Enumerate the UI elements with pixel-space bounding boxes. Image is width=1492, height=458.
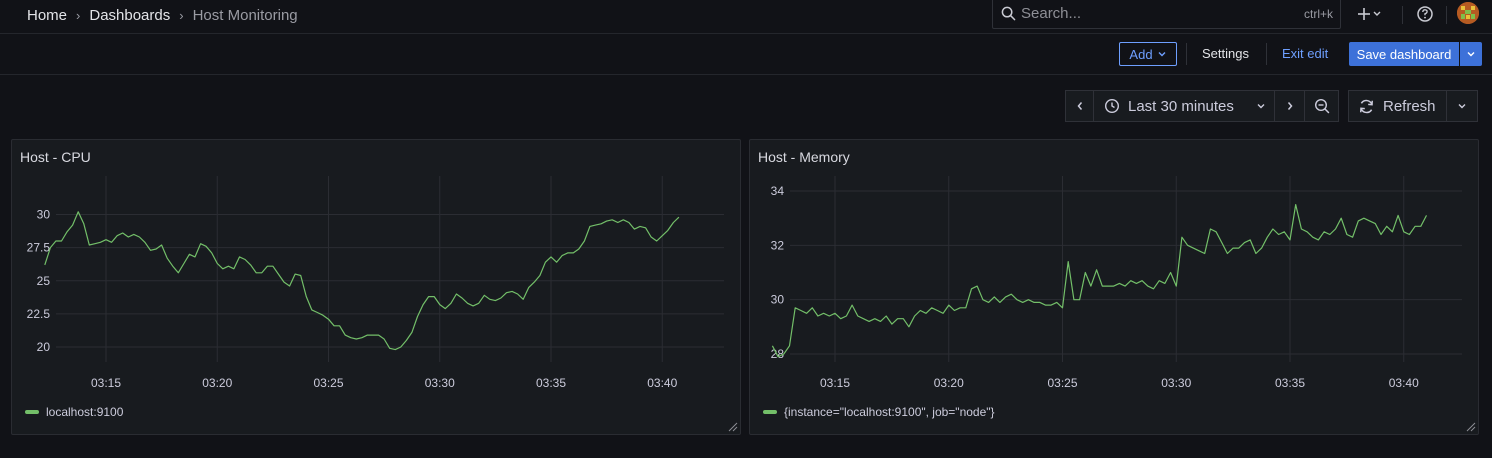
x-tick-label: 03:30 — [1161, 376, 1191, 390]
x-tick-label: 03:15 — [820, 376, 850, 390]
time-range-label: Last 30 minutes — [1128, 97, 1234, 115]
breadcrumb-home[interactable]: Home — [27, 7, 67, 24]
zoom-out-button[interactable] — [1304, 90, 1339, 122]
x-tick-label: 03:25 — [1047, 376, 1077, 390]
y-tick-label: 22.5 — [27, 307, 51, 321]
chart-legend[interactable]: localhost:9100 — [25, 405, 123, 419]
panel-host-memory[interactable]: Host - Memory 28 30 32 34 03:15 03:20 03:25 03:… — [749, 139, 1479, 435]
y-tick-label: 34 — [771, 184, 785, 198]
toolbar-divider — [1446, 6, 1447, 24]
breadcrumb-dashboards[interactable]: Dashboards — [89, 7, 170, 24]
search-icon — [1001, 6, 1016, 21]
avatar-identicon-icon — [1457, 2, 1479, 24]
breadcrumb: Home › Dashboards › Host Monitoring — [27, 0, 298, 30]
settings-button[interactable]: Settings — [1202, 46, 1249, 61]
resize-handle-icon[interactable] — [1466, 422, 1476, 432]
refresh-icon — [1360, 99, 1373, 113]
chevron-down-icon — [1257, 104, 1265, 109]
y-tick-label: 28 — [771, 347, 785, 361]
refresh-label: Refresh — [1383, 97, 1436, 115]
x-tick-label: 03:35 — [536, 376, 566, 390]
legend-color-swatch — [763, 410, 777, 414]
clock-icon — [1104, 98, 1120, 114]
chart-legend[interactable]: {instance="localhost:9100", job="node"} — [763, 405, 995, 419]
time-range-forward-button[interactable] — [1274, 90, 1305, 122]
user-avatar[interactable] — [1457, 2, 1479, 24]
x-tick-label: 03:40 — [1389, 376, 1419, 390]
top-bar: Home › Dashboards › Host Monitoring Sear… — [0, 0, 1492, 34]
search-input[interactable]: Search... ctrl+k — [992, 0, 1341, 29]
refresh-button[interactable]: Refresh — [1348, 90, 1447, 122]
plus-icon — [1358, 8, 1370, 20]
save-options-button[interactable] — [1460, 42, 1482, 66]
breadcrumb-separator-icon: › — [179, 7, 184, 23]
legend-label: localhost:9100 — [46, 405, 124, 419]
x-tick-label: 03:30 — [425, 376, 455, 390]
search-shortcut: ctrl+k — [1303, 7, 1333, 21]
legend-label: {instance="localhost:9100", job="node"} — [784, 405, 995, 419]
memory-line-chart: 28 30 32 34 03:15 03:20 03:25 03:30 03:35 03:40 — [771, 176, 1462, 390]
cpu-line-chart: 20 22.5 25 27.5 30 03:15 03:20 03:25 03:30 03:35 0… — [27, 176, 724, 390]
new-menu-button[interactable] — [1356, 3, 1382, 25]
breadcrumb-current-page: Host Monitoring — [192, 6, 298, 24]
zoom-out-icon — [1314, 98, 1329, 114]
chevron-down-icon — [1458, 104, 1466, 109]
chevron-down-icon — [1373, 11, 1381, 16]
x-tick-label: 03:15 — [91, 376, 121, 390]
chevron-right-icon — [1287, 102, 1292, 110]
breadcrumb-separator-icon: › — [76, 7, 81, 23]
chevron-left-icon — [1077, 102, 1082, 110]
y-tick-label: 30 — [771, 293, 785, 307]
search-placeholder: Search... — [1021, 5, 1082, 22]
add-button-label: Add — [1129, 46, 1153, 62]
add-button[interactable]: Add — [1119, 42, 1177, 66]
edit-toolbar: Add Settings Exit edit Save dashboard — [0, 34, 1492, 75]
y-tick-label: 30 — [37, 208, 51, 222]
x-tick-label: 03:25 — [313, 376, 343, 390]
time-range-back-button[interactable] — [1065, 90, 1094, 122]
save-dashboard-button[interactable]: Save dashboard — [1349, 42, 1459, 66]
refresh-interval-button[interactable] — [1446, 90, 1478, 122]
x-tick-label: 03:40 — [647, 376, 677, 390]
y-tick-label: 32 — [771, 238, 785, 252]
y-tick-label: 27.5 — [27, 241, 51, 255]
y-tick-label: 20 — [37, 340, 51, 354]
y-tick-label: 25 — [37, 274, 51, 288]
legend-color-swatch — [25, 410, 39, 414]
toolbar-divider — [1266, 43, 1267, 65]
time-range-picker[interactable]: Last 30 minutes — [1093, 90, 1275, 122]
panel-host-cpu[interactable]: Host - CPU 20 22.5 25 27.5 30 03:15 03:20 03:25… — [11, 139, 741, 435]
series-line[interactable] — [771, 203, 1428, 358]
exit-edit-button[interactable]: Exit edit — [1282, 46, 1328, 61]
help-icon — [1417, 6, 1433, 22]
x-tick-label: 03:20 — [202, 376, 232, 390]
toolbar-divider — [1402, 6, 1403, 24]
help-button[interactable] — [1416, 3, 1434, 25]
x-tick-label: 03:20 — [934, 376, 964, 390]
chevron-down-icon — [1467, 52, 1475, 57]
x-tick-label: 03:35 — [1275, 376, 1305, 390]
toolbar-divider — [1186, 43, 1187, 65]
chevron-down-icon — [1158, 52, 1166, 57]
resize-handle-icon[interactable] — [728, 422, 738, 432]
